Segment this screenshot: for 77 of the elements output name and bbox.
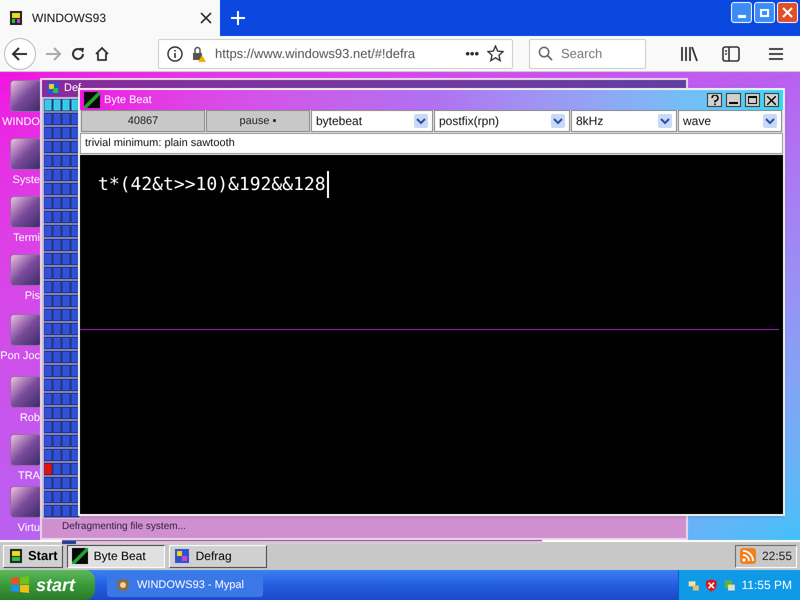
start-button[interactable]: start xyxy=(0,570,95,600)
page-actions-button[interactable]: ••• xyxy=(465,44,479,64)
taskbar-button[interactable]: WINDOWS93 - Mypal xyxy=(107,573,263,597)
url-text: https://www.windows93.net/#!defra xyxy=(215,44,416,63)
icon-label: Virtu xyxy=(16,522,40,534)
icon-label: Syste xyxy=(11,174,40,186)
icon-label: WINDO xyxy=(1,116,40,128)
help-button[interactable] xyxy=(707,93,722,107)
tab-favicon-icon xyxy=(8,10,24,26)
app-icon xyxy=(174,548,190,564)
defrag-status: Defragmenting file system... xyxy=(62,520,187,534)
start-button[interactable]: Start xyxy=(3,544,63,568)
clock: 11:55 PM xyxy=(742,577,792,594)
desktop-icon[interactable] xyxy=(10,254,42,286)
new-tab-icon[interactable] xyxy=(231,11,245,25)
search-icon xyxy=(538,46,553,61)
minimize-button[interactable] xyxy=(726,93,741,107)
maximize-button[interactable] xyxy=(745,93,760,107)
desktop-icon[interactable] xyxy=(10,196,42,228)
dropdown-select[interactable]: wave xyxy=(678,110,782,132)
taskbar-button[interactable]: Byte Beat xyxy=(66,544,165,568)
pause-button[interactable]: pause ▪ xyxy=(206,110,310,132)
caret-icon xyxy=(414,114,428,128)
app-icon xyxy=(115,578,131,592)
counter-button[interactable]: 40867 xyxy=(81,110,205,132)
dropdown-select[interactable]: bytebeat xyxy=(311,110,433,132)
desktop-icon[interactable] xyxy=(10,80,42,112)
close-icon xyxy=(782,7,793,18)
desktop-icon[interactable] xyxy=(10,434,42,466)
tab-title: WINDOWS93 xyxy=(32,10,108,27)
icon-label: Rob xyxy=(18,412,40,424)
code-editor[interactable]: t*(42&t>>10)&192&&128 xyxy=(80,155,783,514)
sidebar-icon[interactable] xyxy=(722,46,740,62)
icon-label: Pis xyxy=(24,290,40,302)
dropdown-select[interactable]: postfix(rpn) xyxy=(434,110,570,132)
caret-icon xyxy=(658,114,672,128)
code-text: t*(42&t>>10)&192&&128 xyxy=(98,171,329,198)
home-icon[interactable] xyxy=(94,46,110,62)
search-box[interactable]: Search xyxy=(529,38,646,68)
menu-icon[interactable] xyxy=(768,46,784,60)
icon-label: TRA xyxy=(17,470,40,482)
desktop-icon[interactable] xyxy=(10,138,42,170)
caret-icon xyxy=(763,114,777,128)
info-icon xyxy=(167,46,183,62)
shield-icon xyxy=(705,578,718,592)
restore-button[interactable] xyxy=(754,2,775,23)
description-text: trivial minimum: plain sawtooth xyxy=(85,136,235,152)
url-field[interactable]: https://www.windows93.net/#!defra ••• xyxy=(158,38,513,68)
app-icon xyxy=(72,548,88,564)
icon-label: Termi xyxy=(12,232,40,244)
bytebeat-app-icon xyxy=(84,92,100,108)
close-window-button[interactable] xyxy=(764,93,779,107)
window-title: Byte Beat xyxy=(104,92,153,108)
library-icon[interactable] xyxy=(680,46,698,62)
start-logo-icon xyxy=(8,548,24,564)
rss-icon[interactable] xyxy=(740,548,756,564)
help-icon xyxy=(710,95,718,105)
desktop-icon[interactable] xyxy=(10,376,42,408)
desktop-icon[interactable] xyxy=(10,314,42,346)
close-icon xyxy=(767,96,776,104)
back-button[interactable] xyxy=(4,38,36,70)
close-icon[interactable] xyxy=(200,12,212,24)
windows-logo-icon xyxy=(10,575,30,595)
icon-label: Pon Joc xyxy=(0,350,40,362)
browser-tab[interactable]: WINDOWS93 xyxy=(0,0,220,36)
update-icon xyxy=(723,578,737,592)
lock-warning-icon xyxy=(191,46,207,62)
back-arrow-icon xyxy=(11,44,29,62)
defrag-app-icon xyxy=(46,81,60,96)
caret-icon xyxy=(551,114,565,128)
dropdown-select[interactable]: 8kHz xyxy=(571,110,677,132)
clock: 22:55 xyxy=(762,548,792,565)
reload-icon[interactable] xyxy=(70,46,86,62)
star-icon[interactable] xyxy=(487,45,504,62)
search-field[interactable]: Search xyxy=(561,44,631,64)
taskbar-button[interactable]: Defrag xyxy=(168,544,267,568)
desktop-icon[interactable] xyxy=(10,486,42,518)
